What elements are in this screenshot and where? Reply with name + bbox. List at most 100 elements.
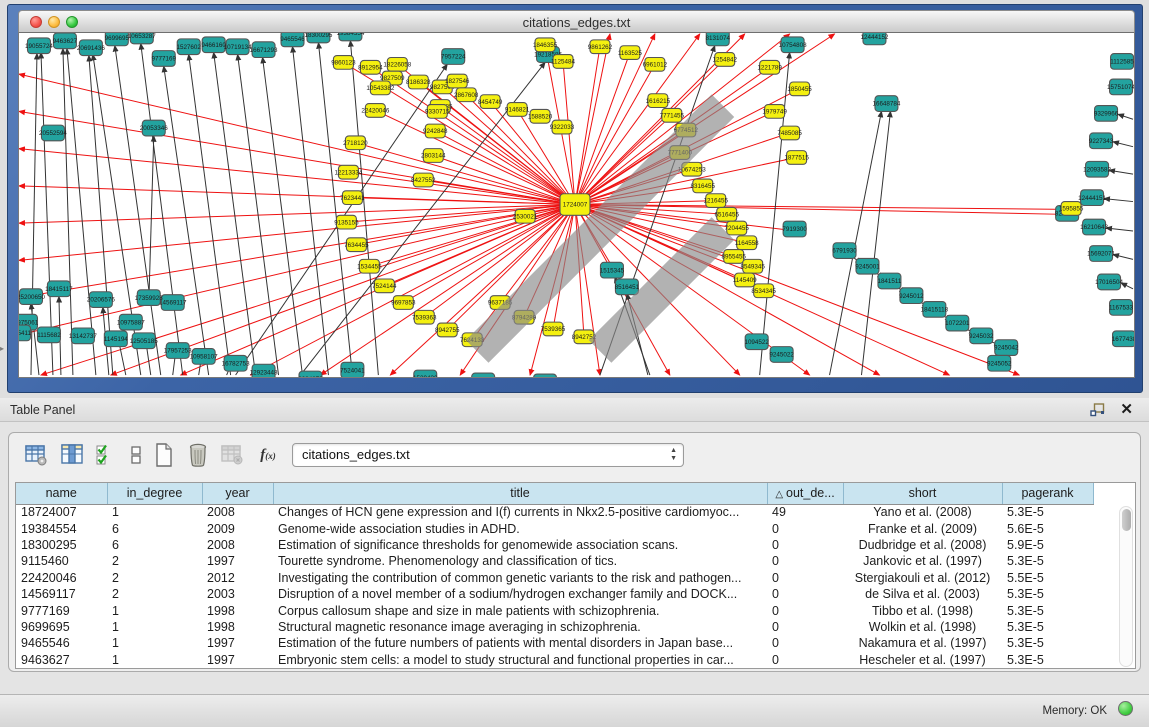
- cell: 5.3E-5: [1002, 635, 1093, 651]
- cell: 49: [767, 504, 843, 520]
- table-row[interactable]: 969969511998Structural magnetic resonanc…: [16, 619, 1093, 635]
- cell: Hescheler et al. (1997): [843, 652, 1002, 668]
- cell: 2008: [202, 537, 273, 553]
- function-builder-icon[interactable]: f(x): [255, 442, 281, 468]
- cell: 0: [767, 586, 843, 602]
- table-panel-title: Table Panel: [10, 403, 75, 417]
- cell: Genome-wide association studies in ADHD.: [273, 520, 767, 536]
- cell: 2: [107, 570, 202, 586]
- cell: 5.3E-5: [1002, 602, 1093, 618]
- cell: 1997: [202, 635, 273, 651]
- cell: Yano et al. (2008): [843, 504, 1002, 520]
- cell: 0: [767, 537, 843, 553]
- table-row[interactable]: 946362711997Embryonic stem cells: a mode…: [16, 652, 1093, 668]
- cell: 1: [107, 602, 202, 618]
- cell: 19384554: [16, 520, 107, 536]
- cell: 9465546: [16, 635, 107, 651]
- cell: Embryonic stem cells: a model to study s…: [273, 652, 767, 668]
- combo-arrows-icon: ▲▼: [670, 447, 677, 463]
- table-row[interactable]: 977716911998Corpus callosum shape and si…: [16, 602, 1093, 618]
- cell: 1998: [202, 602, 273, 618]
- cell: 1997: [202, 553, 273, 569]
- cell: 0: [767, 619, 843, 635]
- cell: 5.3E-5: [1002, 586, 1093, 602]
- cell: 9463627: [16, 652, 107, 668]
- cell: 5.3E-5: [1002, 619, 1093, 635]
- cell: 9699695: [16, 619, 107, 635]
- cell: 6: [107, 520, 202, 536]
- network-canvas[interactable]: 1905572494636272069143696996951065328797…: [18, 33, 1135, 378]
- table-row[interactable]: 1872400712008Changes of HCN gene express…: [16, 504, 1093, 520]
- memory-status-label: Memory: OK: [1042, 705, 1107, 717]
- cell: Dudbridge et al. (2008): [843, 537, 1002, 553]
- network-window-titlebar[interactable]: citations_edges.txt: [18, 10, 1135, 33]
- table-row[interactable]: 1938455462009Genome-wide association stu…: [16, 520, 1093, 536]
- cell: 2003: [202, 586, 273, 602]
- cell: 1998: [202, 619, 273, 635]
- cell: 0: [767, 520, 843, 536]
- cell: 1: [107, 635, 202, 651]
- table-row[interactable]: 1830029562008Estimation of significance …: [16, 537, 1093, 553]
- column-header-pagerank[interactable]: pagerank: [1002, 483, 1093, 504]
- column-header-in_degree[interactable]: in_degree: [107, 483, 202, 504]
- cell: 0: [767, 553, 843, 569]
- cell: de Silva et al. (2003): [843, 586, 1002, 602]
- cell: 1: [107, 619, 202, 635]
- close-panel-icon[interactable]: ✕: [1120, 400, 1133, 418]
- cell: Franke et al. (2009): [843, 520, 1002, 536]
- table-panel-header: Table Panel ✕: [0, 398, 1149, 422]
- column-header-out_de[interactable]: △out_de...: [767, 483, 843, 504]
- table-panel: Table Panel ✕: [0, 398, 1149, 694]
- status-bar: Memory: OK: [0, 694, 1149, 727]
- table-row[interactable]: 2242004622012Investigating the contribut…: [16, 570, 1093, 586]
- row-height-icon[interactable]: [123, 442, 149, 468]
- cell: Investigating the contribution of common…: [273, 570, 767, 586]
- table-row[interactable]: 911546021997Tourette syndrome. Phenomeno…: [16, 553, 1093, 569]
- select-columns-icon[interactable]: [93, 442, 119, 468]
- delete-table-icon[interactable]: [185, 442, 211, 468]
- resize-grip-icon[interactable]: [18, 33, 1133, 376]
- splitter-collapse-icon[interactable]: ▸: [0, 344, 7, 354]
- cell: 0: [767, 570, 843, 586]
- table-body: 1872400712008Changes of HCN gene express…: [16, 504, 1093, 668]
- cell: 9777169: [16, 602, 107, 618]
- show-columns-icon[interactable]: [59, 442, 85, 468]
- sort-ascending-icon: △: [775, 489, 783, 500]
- cell: 0: [767, 652, 843, 668]
- table-row[interactable]: 1456911722003Disruption of a novel membe…: [16, 586, 1093, 602]
- cell: 22420046: [16, 570, 107, 586]
- cell: 18300295: [16, 537, 107, 553]
- column-header-short[interactable]: short: [843, 483, 1002, 504]
- float-window-icon[interactable]: [1090, 403, 1105, 417]
- table-scrollbar[interactable]: [1119, 506, 1133, 667]
- cell: 2008: [202, 504, 273, 520]
- cell: 14569117: [16, 586, 107, 602]
- cell: 5.5E-5: [1002, 570, 1093, 586]
- cell: 5.9E-5: [1002, 537, 1093, 553]
- cell: Nakamura et al. (1997): [843, 635, 1002, 651]
- column-header-title[interactable]: title: [273, 483, 767, 504]
- column-header-year[interactable]: year: [202, 483, 273, 504]
- cell: Tibbo et al. (1998): [843, 602, 1002, 618]
- cell: Disruption of a novel member of a sodium…: [273, 586, 767, 602]
- memory-status-icon[interactable]: [1118, 701, 1133, 716]
- table-panel-body: f(x) citations_edges.txt ▲▼ namein_degre…: [8, 432, 1141, 672]
- combo-value: citations_edges.txt: [302, 447, 410, 462]
- cell: 5.3E-5: [1002, 553, 1093, 569]
- cell: Estimation of significance thresholds fo…: [273, 537, 767, 553]
- table-select-combobox[interactable]: citations_edges.txt ▲▼: [292, 443, 684, 467]
- cell: 2012: [202, 570, 273, 586]
- cell: 0: [767, 635, 843, 651]
- cell: Corpus callosum shape and size in male p…: [273, 602, 767, 618]
- network-window: citations_edges.txt 19055724946362720691…: [7, 4, 1143, 393]
- table-row[interactable]: 946554611997Estimation of the future num…: [16, 635, 1093, 651]
- column-header-name[interactable]: name: [16, 483, 107, 504]
- cell: Estimation of the future numbers of pati…: [273, 635, 767, 651]
- cell: 5.3E-5: [1002, 652, 1093, 668]
- table-options-icon[interactable]: [23, 442, 49, 468]
- table-scrollbar-thumb[interactable]: [1122, 509, 1131, 531]
- new-table-icon[interactable]: [151, 442, 177, 468]
- graph-node-label: 2094873: [298, 376, 323, 377]
- cell: Tourette syndrome. Phenomenology and cla…: [273, 553, 767, 569]
- cell: Structural magnetic resonance image aver…: [273, 619, 767, 635]
